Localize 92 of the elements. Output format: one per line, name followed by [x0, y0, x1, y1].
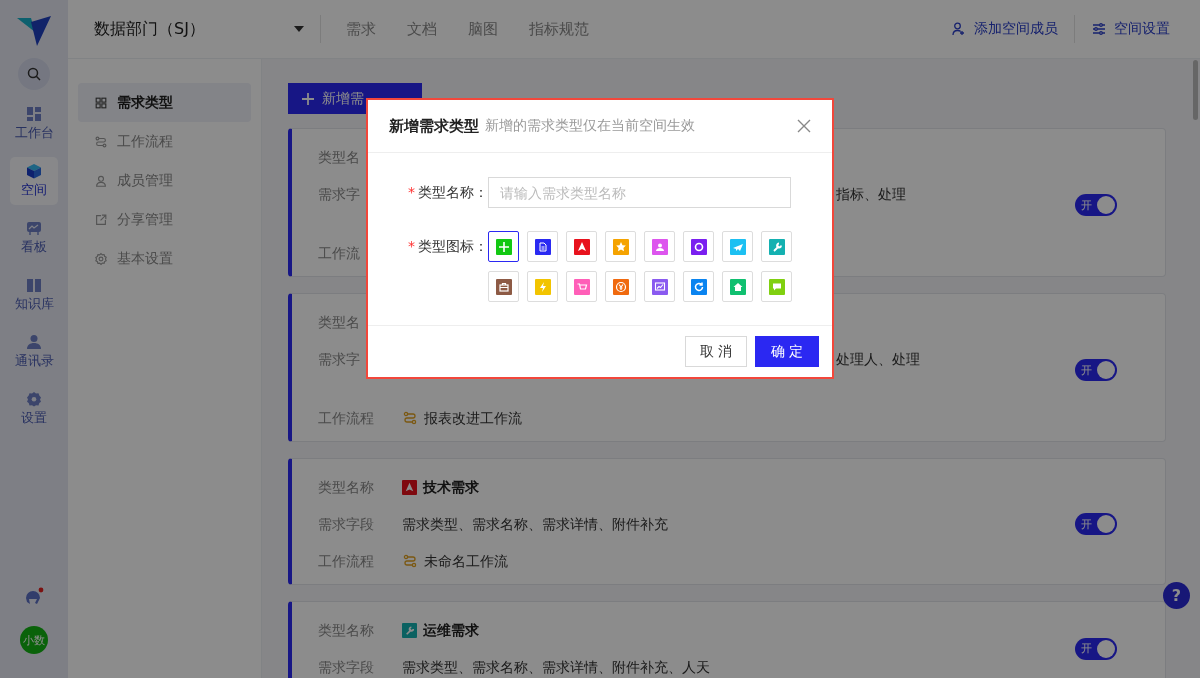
plus-icon [495, 238, 512, 255]
sidebar-item[interactable]: 基本设置 [78, 239, 251, 278]
plus-icon [302, 92, 314, 105]
field-label: 工作流程 [318, 409, 375, 428]
add-person-icon [951, 21, 967, 37]
sidebar-item[interactable]: 工作流程 [78, 122, 251, 161]
confirm-button[interactable]: 确 定 [755, 336, 819, 367]
fields-text: 处理人、处理 [836, 350, 920, 369]
logo [17, 14, 51, 46]
share-icon [94, 212, 108, 227]
briefcase-icon [495, 278, 512, 295]
field-label: 工作流程 [318, 552, 375, 571]
field-label: 类型名称 [318, 621, 375, 640]
type-name: 运维需求 [423, 621, 479, 640]
yen-icon [612, 278, 629, 295]
dashboard-icon [26, 106, 42, 122]
dialog-title: 新增需求类型 [389, 116, 479, 136]
field-label: 需求字 [318, 350, 361, 369]
book-icon [26, 277, 42, 293]
sliders-icon [1091, 21, 1107, 37]
sidebar-item[interactable]: 需求类型 [78, 83, 251, 122]
rail-item[interactable]: 知识库 [10, 271, 58, 319]
workflow-name: 报表改进工作流 [424, 409, 522, 428]
grid-icon [94, 95, 108, 110]
avatar[interactable]: 小数 [20, 626, 48, 654]
field-label: 工作流 [318, 244, 361, 263]
field-label: 需求字段 [318, 658, 375, 677]
toggle-switch[interactable]: 开 [1075, 194, 1117, 216]
help-button[interactable]: ? [1163, 582, 1190, 609]
arrow-up-icon [402, 479, 417, 495]
form-label: 类型图标： [418, 237, 488, 256]
space-name: 数据部门（SJ） [94, 18, 206, 40]
nav-tab[interactable]: 需求 [346, 19, 376, 39]
rail-item[interactable]: 看板 [10, 214, 58, 262]
fields-text: 需求类型、需求名称、需求详情、附件补充 [402, 515, 668, 534]
lightning-icon [534, 278, 551, 295]
person-icon [651, 238, 668, 255]
form-label: 类型名称： [418, 183, 488, 202]
plane-icon [729, 238, 746, 255]
cancel-button[interactable]: 取 消 [685, 336, 747, 367]
person-icon [26, 334, 42, 350]
gear-icon [94, 251, 108, 266]
wrench-icon [402, 622, 417, 638]
required-mark: * [408, 183, 415, 202]
search-icon [26, 66, 42, 82]
nav-tab[interactable]: 文档 [407, 19, 437, 39]
dialog-subtitle: 新增的需求类型仅在当前空间生效 [485, 117, 695, 135]
workflow-name: 未命名工作流 [424, 552, 508, 571]
sidebar-item[interactable]: 分享管理 [78, 200, 251, 239]
flow-icon [94, 134, 108, 149]
person-icon [94, 173, 108, 188]
flow-icon [402, 553, 418, 569]
rail-item[interactable]: 空间 [10, 157, 58, 205]
toggle-switch[interactable]: 开 [1075, 359, 1117, 381]
fields-text: 需求类型、需求名称、需求详情、附件补充、人天 [402, 658, 710, 677]
search-button[interactable] [18, 58, 50, 90]
field-label: 类型名 [318, 148, 361, 167]
required-mark: * [408, 237, 415, 256]
rail-item[interactable]: 设置 [10, 385, 58, 433]
nav-tab[interactable]: 脑图 [468, 19, 498, 39]
wrench-icon [768, 238, 785, 255]
gear-icon [26, 391, 42, 407]
chart-icon [651, 278, 668, 295]
field-label: 类型名 [318, 313, 361, 332]
field-label: 需求字 [318, 185, 361, 204]
header-action[interactable]: 空间设置 [1091, 20, 1170, 38]
cart-icon [573, 278, 590, 295]
fields-text: 指标、处理 [836, 185, 906, 204]
flow-icon [402, 410, 418, 426]
sidebar-item[interactable]: 成员管理 [78, 161, 251, 200]
board-icon [26, 220, 42, 236]
cube-icon [26, 163, 42, 179]
ring-icon [690, 238, 707, 255]
arrow-up-icon [573, 238, 590, 255]
type-name: 技术需求 [423, 478, 479, 497]
type-name-field[interactable]: 请输入需求类型名称 [488, 177, 791, 208]
field-label: 需求字段 [318, 515, 375, 534]
caret-icon[interactable] [294, 26, 304, 32]
rail-item[interactable]: 通讯录 [10, 328, 58, 376]
rail-item[interactable]: 工作台 [10, 100, 58, 148]
icon-option[interactable] [488, 231, 519, 262]
document-icon [534, 238, 551, 255]
chat-icon [768, 278, 785, 295]
home-icon [729, 278, 746, 295]
refresh-icon [690, 278, 707, 295]
nav-tab[interactable]: 指标规范 [529, 19, 589, 39]
header-action[interactable]: 添加空间成员 [951, 20, 1058, 38]
field-label: 类型名称 [318, 478, 375, 497]
scrollbar[interactable] [1193, 60, 1198, 120]
close-button[interactable] [796, 118, 812, 134]
toggle-switch[interactable]: 开 [1075, 637, 1117, 660]
toggle-switch[interactable]: 开 [1075, 513, 1117, 535]
